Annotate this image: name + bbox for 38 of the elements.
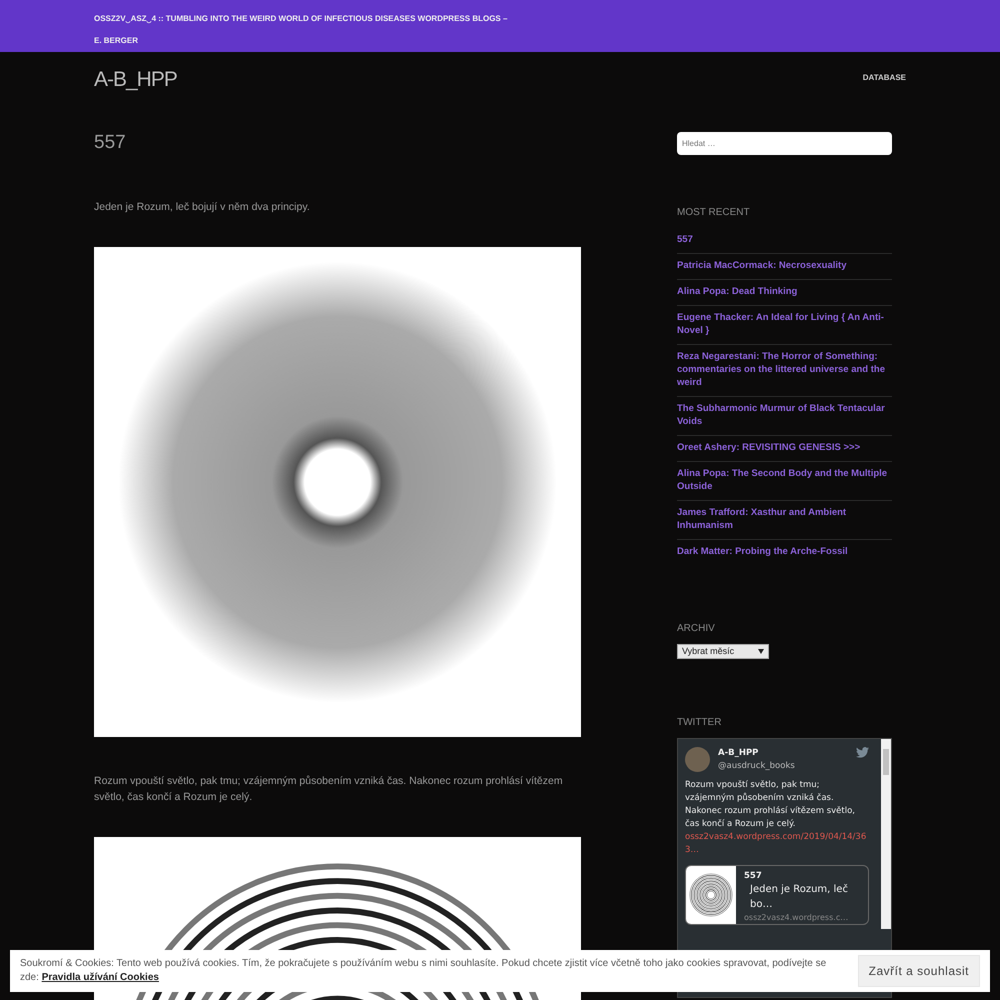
card-description: Jeden je Rozum, leč bo… xyxy=(748,883,849,912)
post-paragraph: Jeden je Rozum, leč bojují v něm dva principy. xyxy=(94,200,311,215)
recent-post-link[interactable]: Alina Popa: The Second Body and the Multiple Outside xyxy=(677,462,892,501)
search-field[interactable]: Hledat … xyxy=(677,132,892,155)
bird-icon xyxy=(856,747,869,758)
link-card[interactable]: 557 Jeden je Rozum, leč bo… ossz2vasz4.wordpress.c… xyxy=(685,864,869,924)
recent-post-link[interactable]: Alina Popa: Dead Thinking xyxy=(677,280,892,306)
site-tagline: OSSZ2V‿ASZ‿4 :: TUMBLING INTO THE WEIRD WORLD OF INFECTIOUS DISEASES WORDPRESS BLOGS – E. BERGER xyxy=(94,13,508,47)
tweet-handle[interactable]: @ausdruck_books xyxy=(718,760,848,772)
recent-post-link[interactable]: Eugene Thacker: An Ideal for Living { An Anti-Novel } xyxy=(677,306,892,345)
tweet-text: Rozum vpouští světlo, pak tmu; vzájemným působením vzniká čas. Nakonec rozum prohlásí vítězem světlo, čas končí a Rozum je celý. ossz2vasz4.wordpress.com/2019/04/14/363… xyxy=(685,778,869,856)
post-title: 557 xyxy=(94,132,127,155)
caret-icon xyxy=(758,649,764,654)
nav-link[interactable]: DATABASE xyxy=(862,72,906,84)
recent-post-link[interactable]: 557 xyxy=(677,228,892,254)
tweet-link[interactable]: ossz2vasz4.wordpress.com/2019/04/14/363… xyxy=(685,830,869,856)
recent-post-link[interactable]: Oreet Ashery: REVISITING GENESIS >>> xyxy=(677,436,892,462)
widget-heading: ARCHIV xyxy=(677,622,716,636)
post-paragraph: Rozum vpouští světlo, pak tmu; vzájemným působením vzniká čas. Nakonec rozum prohlásí vítězem světlo, čas končí a Rozum je celý. xyxy=(94,774,564,805)
recent-post-link[interactable]: Patricia MacCormack: Necrosexuality xyxy=(677,254,892,280)
scrollbar[interactable] xyxy=(881,739,891,929)
recent-post-link[interactable]: The Subharmonic Murmur of Black Tentacular Voids xyxy=(677,397,892,436)
recent-post-link[interactable]: James Trafford: Xasthur and Ambient Inhumanism xyxy=(677,501,892,540)
recent-post-link[interactable]: Dark Matter: Probing the Arche-Fossil xyxy=(677,540,892,565)
site-title[interactable]: A-B_HPP xyxy=(94,64,177,96)
accept-button[interactable]: Zavřít a souhlasit xyxy=(858,955,980,987)
widget-heading: MOST RECENT xyxy=(677,206,751,220)
rings-thumbnail xyxy=(690,873,732,916)
recent-post-link[interactable]: Reza Negarestani: The Horror of Something: commentaries on the littered universe and the weird xyxy=(677,345,892,397)
avatar xyxy=(685,747,710,772)
archive-select[interactable]: Vybrat měsíc xyxy=(677,644,769,659)
widget-heading: TWITTER xyxy=(677,716,722,730)
scrollbar-thumb[interactable] xyxy=(883,749,889,775)
card-domain: ossz2vasz4.wordpress.c… xyxy=(744,912,850,924)
cookie-policy-link[interactable]: Pravidla užívání Cookies xyxy=(42,972,159,983)
card-title: 557 xyxy=(744,870,763,882)
tweet-author-name[interactable]: A-B_HPP xyxy=(718,747,848,760)
cookie-notice: Soukromí & Cookies: Tento web používá cookies. Tím, že pokračujete s používáním webu s nimi souhlasíte. Pokud chcete zjistit více včetně toho jako cookies spravovat, podívejte se zde: Pravidla užívání Cookies xyxy=(20,957,828,985)
